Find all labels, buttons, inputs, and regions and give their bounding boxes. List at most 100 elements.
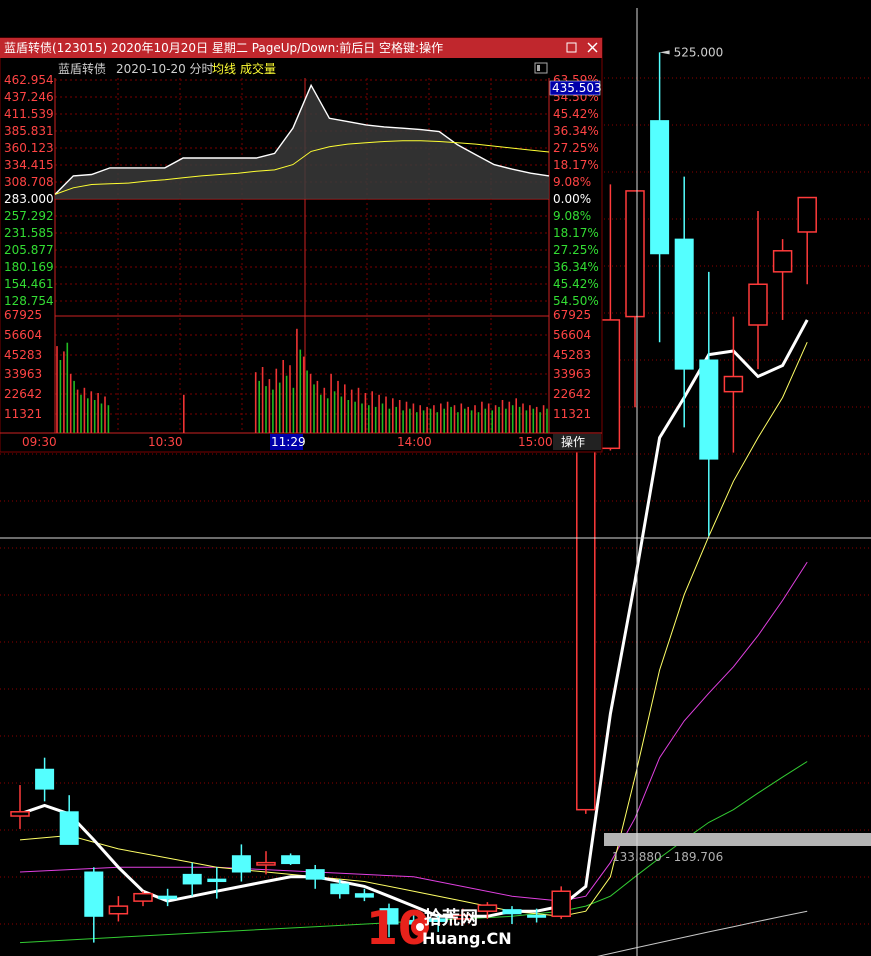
- candle-body: [600, 319, 621, 450]
- time-label: 15:00: [518, 435, 553, 449]
- volume-right-tick: 45283: [553, 348, 591, 362]
- candle-body: [281, 855, 301, 865]
- volume-right-tick: 56604: [553, 328, 591, 342]
- candle-body: [256, 861, 276, 866]
- current-value: 435.503: [552, 81, 602, 95]
- candle: [772, 239, 793, 320]
- highlight-band: [604, 833, 871, 846]
- candle: [674, 176, 694, 428]
- high-arrow-icon: [659, 50, 670, 55]
- time-label: 10:30: [148, 435, 183, 449]
- y-left-tick: 360.123: [4, 141, 54, 155]
- y-right-tick: 36.34%: [553, 260, 599, 274]
- y-left-tick: 437.246: [4, 90, 54, 104]
- ma-gray-line: [596, 910, 808, 956]
- candle: [108, 896, 129, 922]
- time-label: 11:29: [271, 435, 306, 449]
- y-left-tick: 154.461: [4, 277, 54, 291]
- legend-volume[interactable]: 成交量: [240, 61, 276, 76]
- candle-body: [772, 250, 793, 273]
- y-left-tick: 283.000: [4, 192, 54, 206]
- time-label: 09:30: [22, 435, 57, 449]
- y-left-tick: 411.539: [4, 107, 54, 121]
- volume-left-tick: 33963: [4, 367, 42, 381]
- intraday-popup: 蓝盾转债(123015) 2020年10月20日 星期二 PageUp/Down…: [0, 37, 603, 453]
- candle: [84, 867, 104, 943]
- volume-right-tick: 22642: [553, 387, 591, 401]
- candle-body: [158, 895, 178, 900]
- candle-body: [551, 890, 571, 918]
- y-right-tick: 9.08%: [553, 175, 591, 189]
- candle: [699, 271, 719, 537]
- volume-left-tick: 45283: [4, 348, 42, 362]
- chart-canvas: 525.000 133.880 - 189.706 蓝盾转债(123015) 20…: [0, 8, 871, 956]
- candle-body: [108, 905, 129, 915]
- y-left-tick: 257.292: [4, 209, 54, 223]
- candle-body: [133, 892, 153, 902]
- candle: [551, 886, 571, 919]
- high-annotation: 525.000: [674, 45, 724, 59]
- legend-avg-line[interactable]: 均线: [212, 62, 236, 76]
- candle: [625, 190, 645, 408]
- op-button[interactable]: 操作: [561, 434, 585, 449]
- volume-left-tick: 22642: [4, 387, 42, 401]
- candle-body: [354, 893, 374, 898]
- candle: [10, 785, 30, 829]
- candle: [576, 444, 596, 814]
- y-right-tick: 27.25%: [553, 141, 599, 155]
- candle: [231, 844, 251, 882]
- candle: [797, 196, 817, 285]
- candle-body: [797, 196, 817, 233]
- candle: [35, 757, 55, 802]
- candle-body: [207, 878, 227, 883]
- volume-right-tick: 33963: [553, 367, 591, 381]
- candle-body: [35, 768, 55, 790]
- candle-body: [231, 855, 251, 873]
- legend-name: 蓝盾转债: [58, 61, 106, 76]
- y-left-tick: 231.585: [4, 226, 54, 240]
- candle-body: [182, 873, 202, 885]
- y-left-tick: 462.954: [4, 73, 54, 87]
- y-right-tick: 18.17%: [553, 226, 599, 240]
- candle: [748, 211, 768, 370]
- candle: [502, 906, 522, 925]
- y-left-tick: 334.415: [4, 158, 54, 172]
- candle: [650, 52, 670, 343]
- y-left-tick: 128.754: [4, 294, 54, 308]
- y-left-tick: 308.708: [4, 175, 54, 189]
- y-right-tick: 18.17%: [553, 158, 599, 172]
- candle-body: [477, 904, 498, 912]
- candle: [256, 851, 276, 875]
- y-right-tick: 45.42%: [553, 277, 599, 291]
- legend-date: 2020-10-20 分时: [116, 62, 214, 76]
- candle: [305, 864, 325, 889]
- candle-body: [625, 190, 645, 318]
- watermark-chinese: 拾荒网: [424, 907, 478, 929]
- main-annotations: 525.000 133.880 - 189.706: [604, 45, 871, 864]
- popup-title: 蓝盾转债(123015) 2020年10月20日 星期二 PageUp/Down…: [4, 40, 443, 55]
- marker-label: 133.880 - 189.706: [612, 850, 723, 864]
- candle-body: [527, 914, 547, 918]
- candle-body: [305, 869, 325, 880]
- volume-left-tick: 56604: [4, 328, 42, 342]
- volume-left-tick: 11321: [4, 407, 42, 421]
- volume-right-tick: 11321: [553, 407, 591, 421]
- y-right-tick: 9.08%: [553, 209, 591, 223]
- candle-body: [10, 811, 30, 817]
- y-right-tick: 45.42%: [553, 107, 599, 121]
- watermark-latin: Huang.CN: [422, 929, 512, 948]
- candle: [354, 888, 374, 902]
- candle: [723, 316, 744, 453]
- y-left-tick: 180.169: [4, 260, 54, 274]
- candle: [600, 184, 621, 451]
- time-label: 14:00: [397, 435, 432, 449]
- candle-body: [748, 283, 768, 326]
- candle: [158, 888, 178, 907]
- candle-body: [576, 447, 596, 811]
- candle-body: [650, 120, 670, 255]
- y-right-tick: 0.00%: [553, 192, 591, 206]
- volume-left-tick: 67925: [4, 308, 42, 322]
- candle-body: [330, 883, 350, 895]
- candle-body: [699, 359, 719, 460]
- y-left-tick: 205.877: [4, 243, 54, 257]
